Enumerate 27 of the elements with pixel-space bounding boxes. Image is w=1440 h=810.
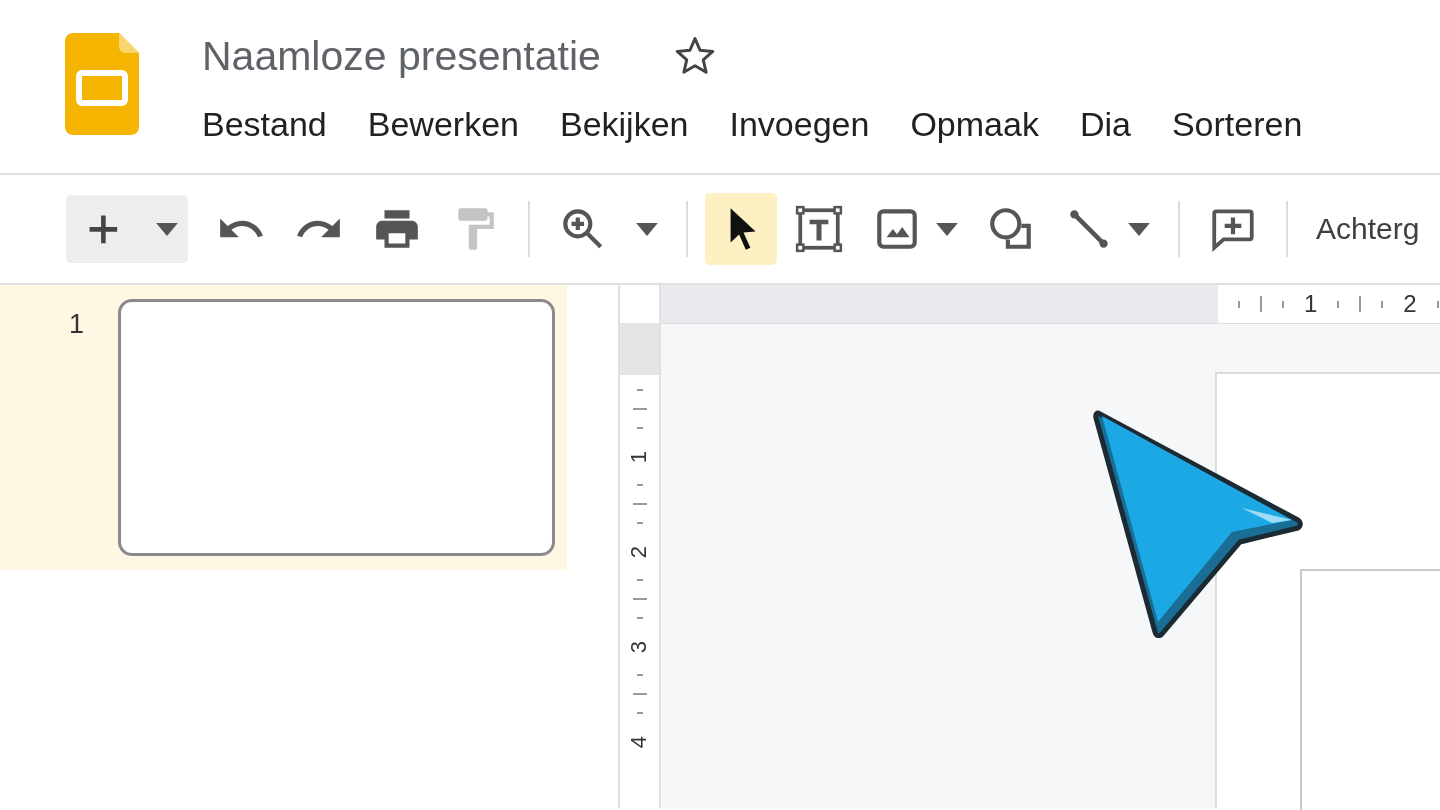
caret-icon[interactable] bbox=[636, 222, 658, 236]
ruler-number: 2 bbox=[628, 545, 651, 558]
new-slide-button[interactable] bbox=[66, 195, 188, 263]
slide-thumbnail-row[interactable]: 1 bbox=[0, 285, 567, 570]
slide-thumbnail[interactable] bbox=[118, 299, 556, 556]
menu-item[interactable]: Bewerken bbox=[367, 105, 519, 144]
ruler-number: 2 bbox=[1403, 290, 1417, 318]
ruler-number: 4 bbox=[628, 735, 651, 748]
pointer-icon bbox=[1092, 408, 1304, 638]
menu-item[interactable]: Bekijken bbox=[559, 105, 689, 144]
slide-number: 1 bbox=[69, 309, 85, 341]
slide-canvas[interactable] bbox=[1215, 372, 1440, 808]
ruler-number: 1 bbox=[628, 450, 651, 463]
caret-icon[interactable] bbox=[156, 222, 178, 236]
menu-item[interactable]: Opmaak bbox=[910, 105, 1039, 144]
menu-item[interactable]: Bestand bbox=[202, 105, 327, 144]
select-tool[interactable] bbox=[705, 193, 777, 265]
background-button[interactable]: Achterg bbox=[1316, 212, 1420, 246]
ruler-number: 3 bbox=[628, 640, 651, 653]
menu-item[interactable]: Sorteren bbox=[1171, 105, 1303, 144]
text-box-icon bbox=[794, 204, 844, 254]
ruler-number: 1 bbox=[1304, 290, 1318, 318]
caret-icon bbox=[936, 222, 958, 236]
caret-icon bbox=[1128, 222, 1150, 236]
menu-item[interactable]: Dia bbox=[1079, 105, 1131, 144]
document-title[interactable]: Naamloze presentatie bbox=[202, 32, 601, 80]
menu-item[interactable]: Invoegen bbox=[729, 105, 870, 144]
